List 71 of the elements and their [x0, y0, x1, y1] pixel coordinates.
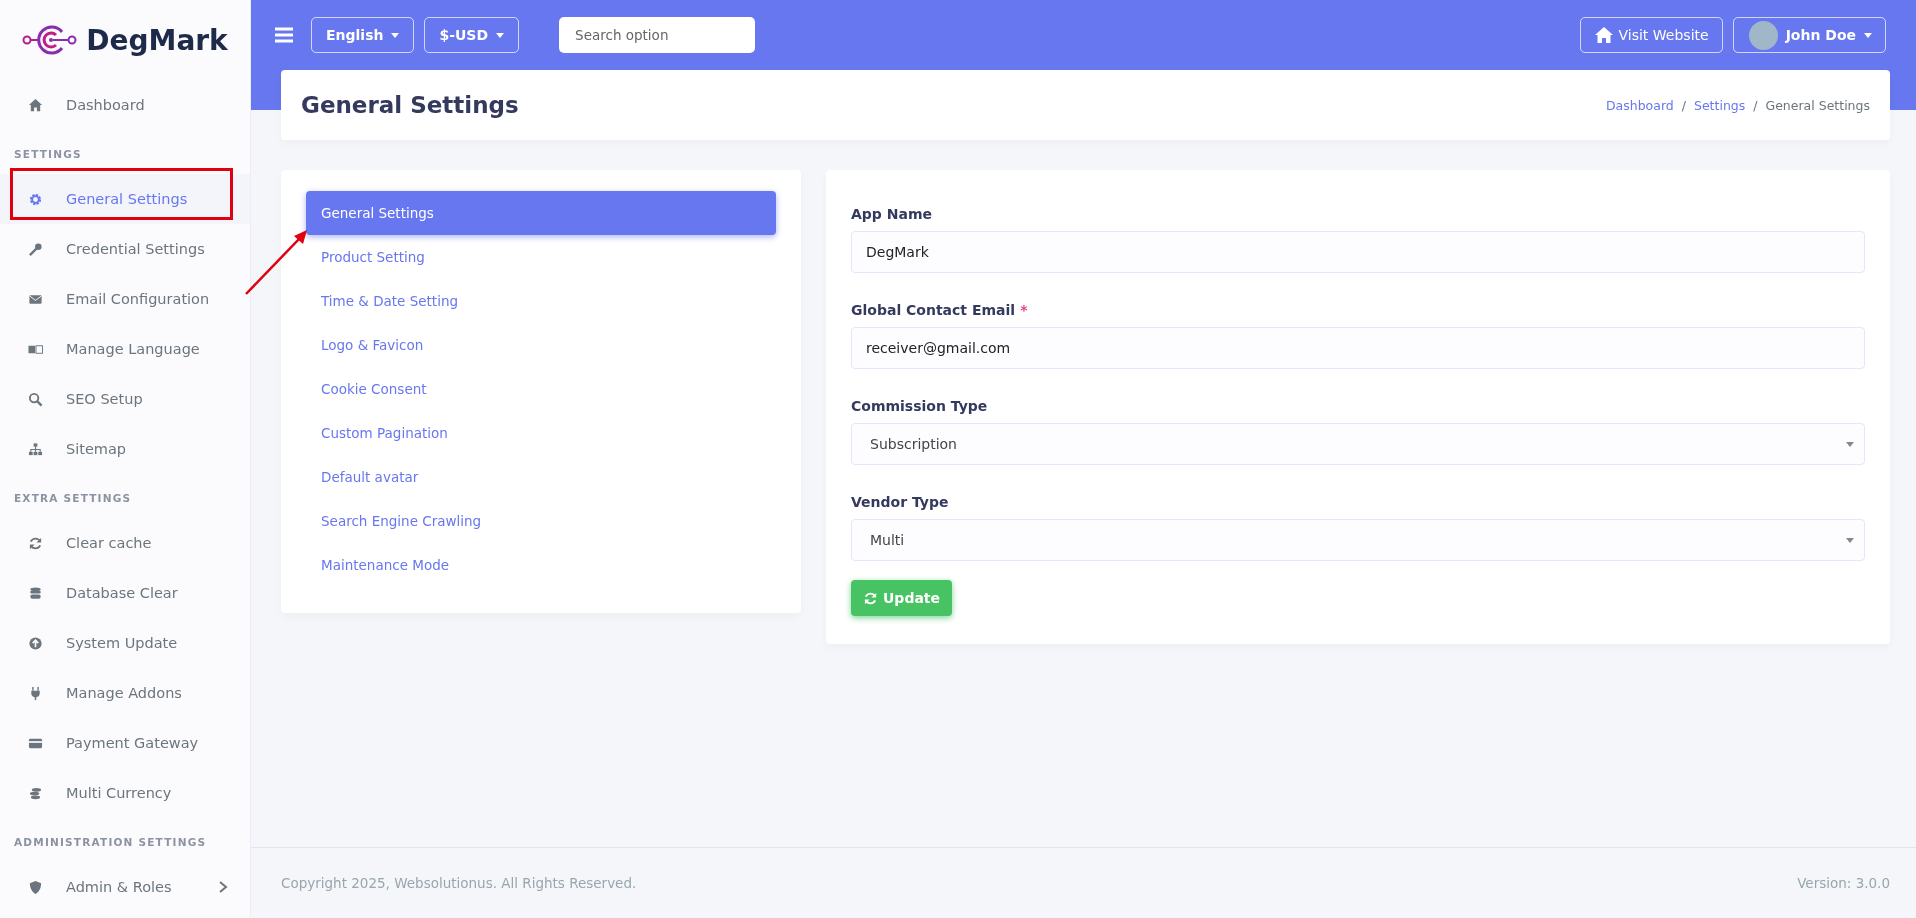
caret-icon [496, 32, 505, 38]
home-icon [28, 97, 43, 113]
visit-website-button[interactable]: Visit Website [1579, 17, 1723, 53]
sidebar-item[interactable]: SEO Setup [0, 374, 250, 424]
logo-icon [22, 24, 79, 56]
version-text: Version: 3.0.0 [1797, 875, 1890, 891]
sidebar-item[interactable]: Payment Gateway [0, 718, 250, 768]
shield-icon [28, 879, 43, 895]
sidebar-item[interactable]: Database Clear [0, 568, 250, 618]
home-icon [1593, 26, 1614, 44]
breadcrumb-item[interactable]: Dashboard [1605, 97, 1674, 113]
field-label: Global Contact Email [851, 302, 1016, 318]
sidebar-item[interactable]: Manage Addons [0, 668, 250, 718]
menu-icon[interactable] [275, 27, 293, 43]
sidebar-item[interactable]: Admin & Roles [0, 862, 250, 912]
settings-tab[interactable]: Custom Pagination [306, 411, 776, 455]
input-field[interactable]: receiver@gmail.com [851, 327, 1865, 369]
caret-icon [1846, 441, 1854, 447]
field-label: Commission Type [851, 398, 988, 414]
sidebar-item[interactable]: Credential Settings [0, 224, 250, 274]
currency-dropdown[interactable]: $-USD [424, 17, 520, 53]
caret-icon [1846, 537, 1854, 543]
select-field[interactable]: Subscription [851, 423, 1865, 465]
sidebar-item[interactable]: General Settings [0, 174, 250, 224]
plug-icon [28, 685, 43, 701]
sidebar-item[interactable]: Clear cache [0, 518, 250, 568]
language-dropdown[interactable]: English [311, 17, 415, 53]
required-mark: * [1020, 302, 1028, 318]
breadcrumb-separator: / [1681, 97, 1686, 113]
sidebar-item[interactable]: Sitemap [0, 424, 250, 474]
coins-icon [28, 785, 43, 801]
refresh-icon [28, 535, 43, 551]
gear-icon [28, 191, 43, 207]
search-icon [28, 391, 43, 407]
sidebar-item[interactable]: Manage Language [0, 324, 250, 374]
settings-tab[interactable]: Time & Date Setting [306, 279, 776, 323]
sidebar-section-heading: EXTRA SETTINGS [13, 491, 133, 506]
sitemap-icon [28, 441, 43, 457]
caret-icon [391, 32, 400, 38]
upload-icon [28, 635, 43, 651]
refresh-icon [863, 590, 878, 606]
sidebar-item[interactable]: Dashboard [0, 80, 250, 130]
annotation-arrow [244, 228, 310, 296]
sidebar-item[interactable]: System Update [0, 618, 250, 668]
settings-tab[interactable]: Maintenance Mode [306, 543, 776, 587]
breadcrumb-separator: / [1753, 97, 1758, 113]
user-menu[interactable]: John Doe [1732, 17, 1886, 53]
caret-icon [1864, 32, 1872, 38]
key-icon [28, 241, 43, 257]
settings-tab[interactable]: Default avatar [306, 455, 776, 499]
input-field[interactable]: DegMark [851, 231, 1865, 273]
page-title: General Settings [301, 92, 519, 118]
sidebar-section-heading: ADMINISTRATION SETTINGS [13, 835, 208, 850]
breadcrumb-item[interactable]: Settings [1694, 97, 1746, 113]
search-field[interactable]: Search option [559, 17, 756, 53]
select-field[interactable]: Multi [851, 519, 1865, 561]
settings-tab[interactable]: Cookie Consent [306, 367, 776, 411]
avatar [1748, 20, 1778, 50]
settings-tab[interactable]: Product Setting [306, 235, 776, 279]
copyright-text: Copyright 2025, Websolutionus. All Rights Reserved. [281, 875, 637, 891]
sidebar-section-heading: SETTINGS [13, 147, 83, 162]
settings-tab[interactable]: Search Engine Crawling [306, 499, 776, 543]
breadcrumb-item: General Settings [1765, 97, 1870, 113]
sidebar-item[interactable]: Email Configuration [0, 274, 250, 324]
settings-tab[interactable]: General Settings [306, 191, 776, 235]
field-label: Vendor Type [851, 494, 949, 510]
brand-name: DegMark [86, 23, 228, 57]
database-icon [28, 585, 43, 601]
field-label: App Name [851, 206, 932, 222]
settings-tab[interactable]: Logo & Favicon [306, 323, 776, 367]
sidebar-item[interactable]: Multi Currency [0, 768, 250, 818]
